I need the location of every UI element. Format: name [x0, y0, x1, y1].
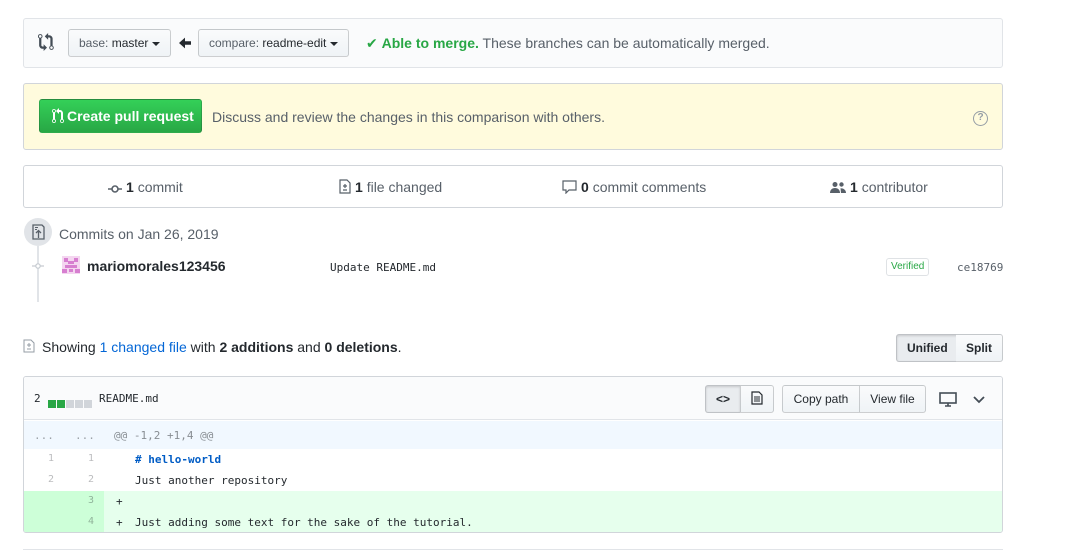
people-icon [830, 182, 846, 193]
diffstat-block-neutral [66, 400, 74, 408]
timeline-line [37, 246, 39, 302]
pr-banner-text: Discuss and review the changes in this c… [212, 109, 605, 125]
file-diff-icon [23, 339, 35, 353]
hunk-expand-right[interactable]: ... [75, 429, 95, 442]
avatar[interactable] [62, 256, 80, 274]
new-line-number[interactable]: 2 [59, 474, 94, 485]
contributors-num: 1 [850, 179, 858, 195]
files-label: file changed [366, 179, 443, 195]
chevron-down-icon [152, 41, 161, 46]
range-editor: base: master compare: readme-edit ✔ Able… [23, 18, 1003, 68]
diffstat-count: 2 [34, 392, 41, 405]
create-pr-label: Create pull request [67, 108, 194, 124]
repo-push-icon [24, 218, 52, 246]
commits-num: 1 [126, 179, 134, 195]
old-line-number[interactable]: 2 [24, 474, 54, 485]
compare-branch-select[interactable]: compare: readme-edit [198, 29, 350, 57]
base-branch-select[interactable]: base: master [68, 29, 172, 57]
create-pr-banner: Create pull request Discuss and review t… [23, 83, 1003, 150]
diff-line: 1 1 # hello-world [24, 449, 1002, 470]
compare-branch-value: readme-edit [262, 36, 327, 50]
check-icon: ✔ [366, 35, 378, 51]
commit-comments-link[interactable]: 0 commit comments [562, 179, 706, 195]
merge-status: ✔ Able to merge. These branches can be a… [366, 35, 770, 52]
comments-label: commit comments [592, 179, 707, 195]
compare-prefix: compare: [209, 36, 263, 50]
files-changed-link[interactable]: 1 file changed [339, 179, 442, 195]
diffstat-block-add [48, 400, 56, 408]
changed-files-link[interactable]: 1 changed file [100, 339, 187, 355]
question-icon[interactable]: ? [973, 111, 988, 126]
chevron-down-icon[interactable] [970, 390, 988, 408]
new-line-number[interactable]: 4 [59, 516, 94, 527]
numbers-summary: 1 commit 1 file changed 0 commit comment… [23, 165, 1003, 208]
git-pull-request-icon [52, 108, 64, 124]
addition-marker: + [116, 516, 123, 529]
verified-badge[interactable]: Verified [886, 258, 930, 276]
file-header: 2 README.md <> Copy path View file [24, 377, 1002, 420]
copy-path-button[interactable]: Copy path [782, 385, 860, 413]
commits-label: commit [137, 179, 183, 195]
diff-line: 2 2 Just another repository [24, 470, 1002, 491]
diffstat-block-neutral [75, 400, 83, 408]
line-code: Just adding some text for the sake of th… [135, 516, 473, 529]
files-num: 1 [355, 179, 363, 195]
toc-and: and [297, 339, 321, 355]
diff-line-addition: 3 + [24, 491, 1002, 512]
git-commit-icon [32, 263, 44, 269]
old-line-number[interactable]: 1 [24, 453, 54, 464]
base-prefix: base: [79, 36, 112, 50]
commit-author-link[interactable]: mariomorales123456 [87, 258, 226, 274]
commit-message-link[interactable]: Update README.md [330, 261, 436, 274]
git-commit-icon [108, 185, 122, 193]
rich-diff-button[interactable] [740, 385, 774, 413]
contributors-link[interactable]: 1 contributor [830, 179, 928, 195]
line-code: # hello-world [135, 453, 222, 466]
line-code: Just another repository [135, 474, 288, 487]
comments-num: 0 [581, 179, 589, 195]
divider [23, 549, 1003, 550]
new-line-number[interactable]: 3 [59, 495, 94, 506]
git-compare-icon [38, 33, 54, 51]
hunk-expand-left[interactable]: ... [34, 429, 54, 442]
new-line-number[interactable]: 1 [59, 453, 94, 464]
file-diff-icon [339, 179, 351, 194]
base-branch-value: master [111, 36, 149, 50]
diffstat-block-add [57, 400, 65, 408]
chevron-down-icon [330, 41, 339, 46]
contributors-label: contributor [861, 179, 928, 195]
hunk-header-text: @@ -1,2 +1,4 @@ [114, 429, 214, 442]
file-name-link[interactable]: README.md [99, 392, 159, 405]
toc-period: . [397, 339, 402, 355]
create-pull-request-button[interactable]: Create pull request [39, 99, 202, 133]
view-file-button[interactable]: View file [859, 385, 926, 413]
commit-sha-link[interactable]: ce18769 [957, 261, 1003, 274]
unified-view-button[interactable]: Unified [896, 334, 959, 362]
diffstat-bar [48, 395, 93, 408]
toc-with: with [190, 339, 216, 355]
source-view-button[interactable]: <> [705, 385, 741, 413]
addition-marker: + [116, 495, 123, 508]
file-icon [751, 391, 763, 405]
merge-ok-label: Able to merge. [381, 35, 479, 51]
split-view-button[interactable]: Split [956, 334, 1003, 362]
arrow-left-icon [179, 37, 191, 49]
comment-icon [562, 180, 577, 194]
file-diff: 2 README.md <> Copy path View file ... .… [23, 376, 1003, 533]
commits-count-link[interactable]: 1 commit [108, 179, 183, 195]
device-desktop-icon[interactable] [939, 390, 957, 408]
toc-showing: Showing [42, 339, 96, 355]
toc-additions: 2 additions [219, 339, 294, 355]
diff-line-addition: 4 + Just adding some text for the sake o… [24, 512, 1002, 532]
toc-deletions: 0 deletions [324, 339, 398, 355]
code-icon: <> [715, 392, 730, 406]
diffstat-block-neutral [84, 400, 92, 408]
commit-group-title: Commits on Jan 26, 2019 [59, 226, 219, 242]
hunk-header-row[interactable]: ... ... @@ -1,2 +1,4 @@ [24, 421, 1002, 449]
merge-status-text: These branches can be automatically merg… [482, 35, 770, 51]
diff-toc-summary: Showing 1 changed file with 2 additions … [42, 339, 402, 355]
